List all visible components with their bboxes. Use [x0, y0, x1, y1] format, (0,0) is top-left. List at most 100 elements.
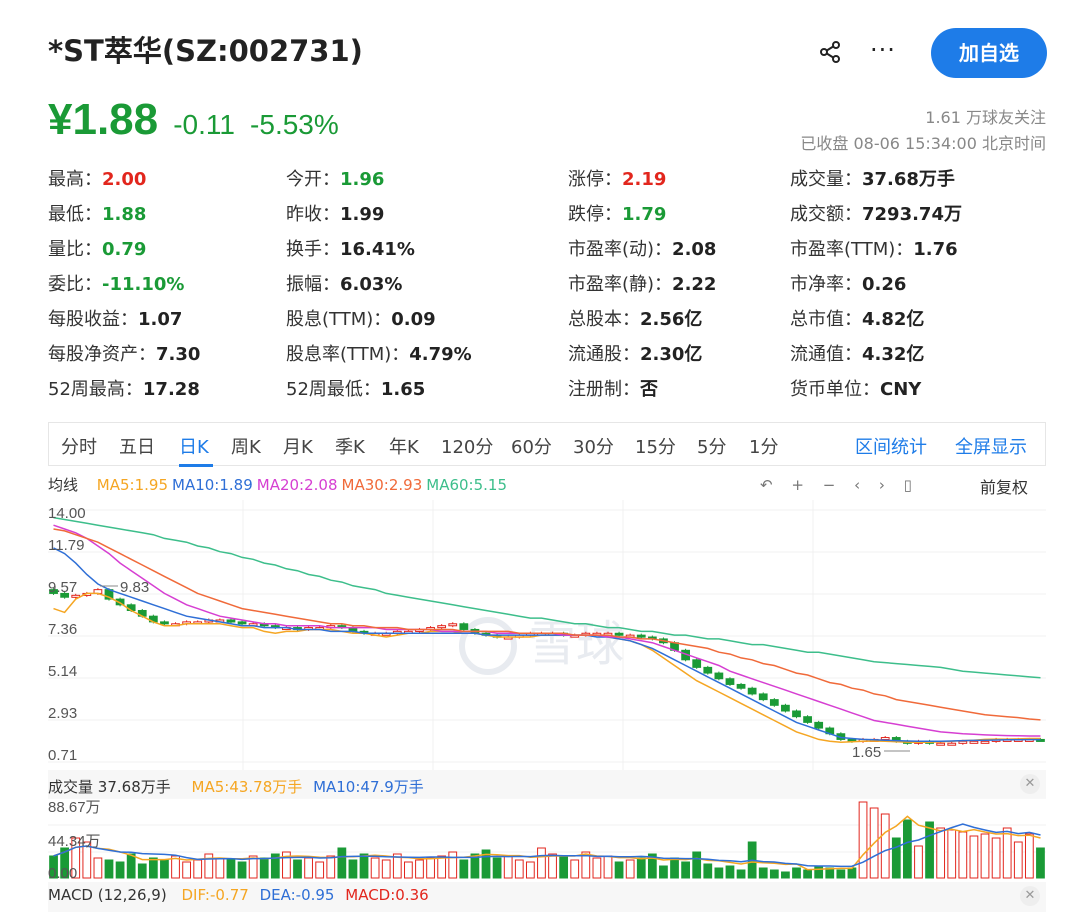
zoom-in-icon[interactable]: +: [791, 476, 804, 494]
stat-value: 1.07: [138, 309, 183, 330]
macd-title: MACD (12,26,9): [48, 886, 167, 904]
stat-value: 2.08: [672, 239, 717, 260]
stat-label: 最低：: [48, 204, 102, 225]
tab-period[interactable]: 季K: [335, 433, 365, 459]
price-change-pct: -5.53%: [250, 109, 339, 140]
price-axis-label: 14.00: [48, 505, 86, 522]
prev-icon[interactable]: ‹: [854, 476, 860, 494]
stat-cell: 最高：2.00: [48, 165, 146, 191]
candle-body: [769, 699, 779, 706]
stat-label: 市净率：: [790, 274, 862, 295]
undo-icon[interactable]: ↶: [760, 476, 773, 494]
stat-value: 4.82亿: [862, 309, 925, 330]
candle-body: [792, 710, 801, 718]
tab-period[interactable]: 60分: [511, 433, 552, 459]
volume-bar: [736, 869, 746, 879]
kline-chart[interactable]: 雪球14.0011.799.577.365.142.930.719.831.65: [48, 500, 1046, 770]
more-icon[interactable]: ···: [870, 36, 896, 64]
stat-value: 4.79%: [409, 344, 472, 365]
tab-period[interactable]: 年K: [389, 433, 419, 459]
tab-period[interactable]: 5分: [697, 433, 726, 459]
fullscreen-link[interactable]: 全屏显示: [955, 433, 1027, 459]
add-watchlist-button[interactable]: 加自选: [931, 28, 1047, 78]
volume-bar: [914, 845, 923, 879]
stat-cell: 市净率：0.26: [790, 270, 906, 296]
stat-value: 1.99: [340, 204, 385, 225]
tab-period[interactable]: 周K: [231, 433, 261, 459]
stat-cell: 跌停：1.79: [568, 200, 666, 226]
stat-label: 每股收益：: [48, 309, 138, 330]
volume-title: 成交量: [48, 778, 94, 796]
candle-body: [714, 672, 724, 680]
volume-bar: [991, 837, 1001, 879]
tab-period[interactable]: 15分: [635, 433, 676, 459]
volume-bar: [925, 821, 934, 879]
stat-value: 0.09: [391, 309, 436, 330]
price-axis-label: 9.57: [48, 579, 77, 596]
volume-bar: [525, 861, 535, 879]
tab-period[interactable]: 日K: [179, 433, 209, 459]
volume-bar: [514, 859, 524, 879]
stat-cell: 注册制：否: [568, 375, 658, 401]
stat-value: 否: [640, 379, 658, 400]
volume-bar: [614, 861, 624, 879]
volume-bar: [160, 859, 169, 879]
price-axis-label: 5.14: [48, 663, 77, 680]
close-macd-icon[interactable]: ✕: [1020, 886, 1040, 906]
tab-period[interactable]: 1分: [749, 433, 778, 459]
ma-legend-item: MA5:1.95: [96, 476, 168, 494]
price-axis-label: 0.71: [48, 747, 77, 764]
candle-body: [725, 678, 735, 685]
adjust-mode-toggle[interactable]: 前复权: [980, 474, 1028, 498]
tab-period[interactable]: 分时: [61, 433, 97, 459]
stat-label: 市盈率(静)：: [568, 274, 673, 295]
market-status: 已收盘 08-06 15:34:00 北京时间: [800, 134, 1046, 153]
tab-period[interactable]: 120分: [441, 433, 493, 459]
current-price: ¥1.88: [48, 95, 159, 144]
volume-bar: [758, 867, 768, 879]
volume-bar: [603, 855, 613, 879]
stat-value: 16.41%: [340, 239, 415, 260]
stat-cell: 52周最低：1.65: [286, 375, 425, 401]
stat-value: 2.19: [622, 169, 667, 190]
tab-period[interactable]: 月K: [283, 433, 313, 459]
zoom-out-icon[interactable]: −: [823, 476, 836, 494]
stat-cell: 最低：1.88: [48, 200, 146, 226]
volume-bar: [636, 857, 646, 879]
volume-bar: [226, 859, 236, 879]
tab-period[interactable]: 五日: [119, 433, 155, 459]
share-icon[interactable]: [818, 40, 842, 64]
stat-cell: 委比：-11.10%: [48, 270, 184, 296]
ma-legend: 均线 MA5:1.95 MA10:1.89 MA20:2.08 MA30:2.93 MA…: [48, 474, 511, 495]
stat-label: 委比：: [48, 274, 102, 295]
tab-period[interactable]: 30分: [573, 433, 614, 459]
stat-label: 股息率(TTM)：: [286, 344, 410, 365]
volume-bar: [625, 859, 635, 879]
stock-title: *ST萃华(SZ:002731): [48, 34, 363, 68]
volume-chart[interactable]: 88.67万 44.34万 0.00: [48, 798, 1046, 880]
stat-cell: 成交额：7293.74万: [790, 200, 962, 226]
stat-value: CNY: [880, 379, 922, 400]
range-stats-link[interactable]: 区间统计: [855, 433, 927, 459]
stat-value: 0.79: [102, 239, 147, 260]
stat-label: 换手：: [286, 239, 340, 260]
stat-cell: 成交量：37.68万手: [790, 165, 955, 191]
price-axis-label: 7.36: [48, 621, 77, 638]
stat-value: 0.26: [862, 274, 907, 295]
volume-bar: [559, 855, 569, 879]
close-volume-icon[interactable]: ✕: [1020, 774, 1040, 794]
candle-body: [880, 737, 890, 741]
candle-body: [958, 740, 968, 744]
stats-row: 最高：2.00 今开：1.96 涨停：2.19 成交量：37.68万手: [48, 165, 1048, 195]
volume-bar: [980, 833, 990, 879]
volume-bar: [293, 859, 302, 879]
macd-legend: MACD (12,26,9) DIF:-0.77 DEA:-0.95 MACD:…: [48, 886, 429, 904]
candle-type-icon[interactable]: ▯: [904, 476, 912, 494]
volume-bar: [503, 855, 513, 879]
next-icon[interactable]: ›: [879, 476, 885, 494]
volume-bar: [193, 859, 203, 879]
stat-value: 2.00: [102, 169, 147, 190]
ma-legend-item: MA60:5.15: [426, 476, 507, 494]
volume-bar: [847, 867, 857, 879]
stat-label: 总市值：: [790, 309, 862, 330]
